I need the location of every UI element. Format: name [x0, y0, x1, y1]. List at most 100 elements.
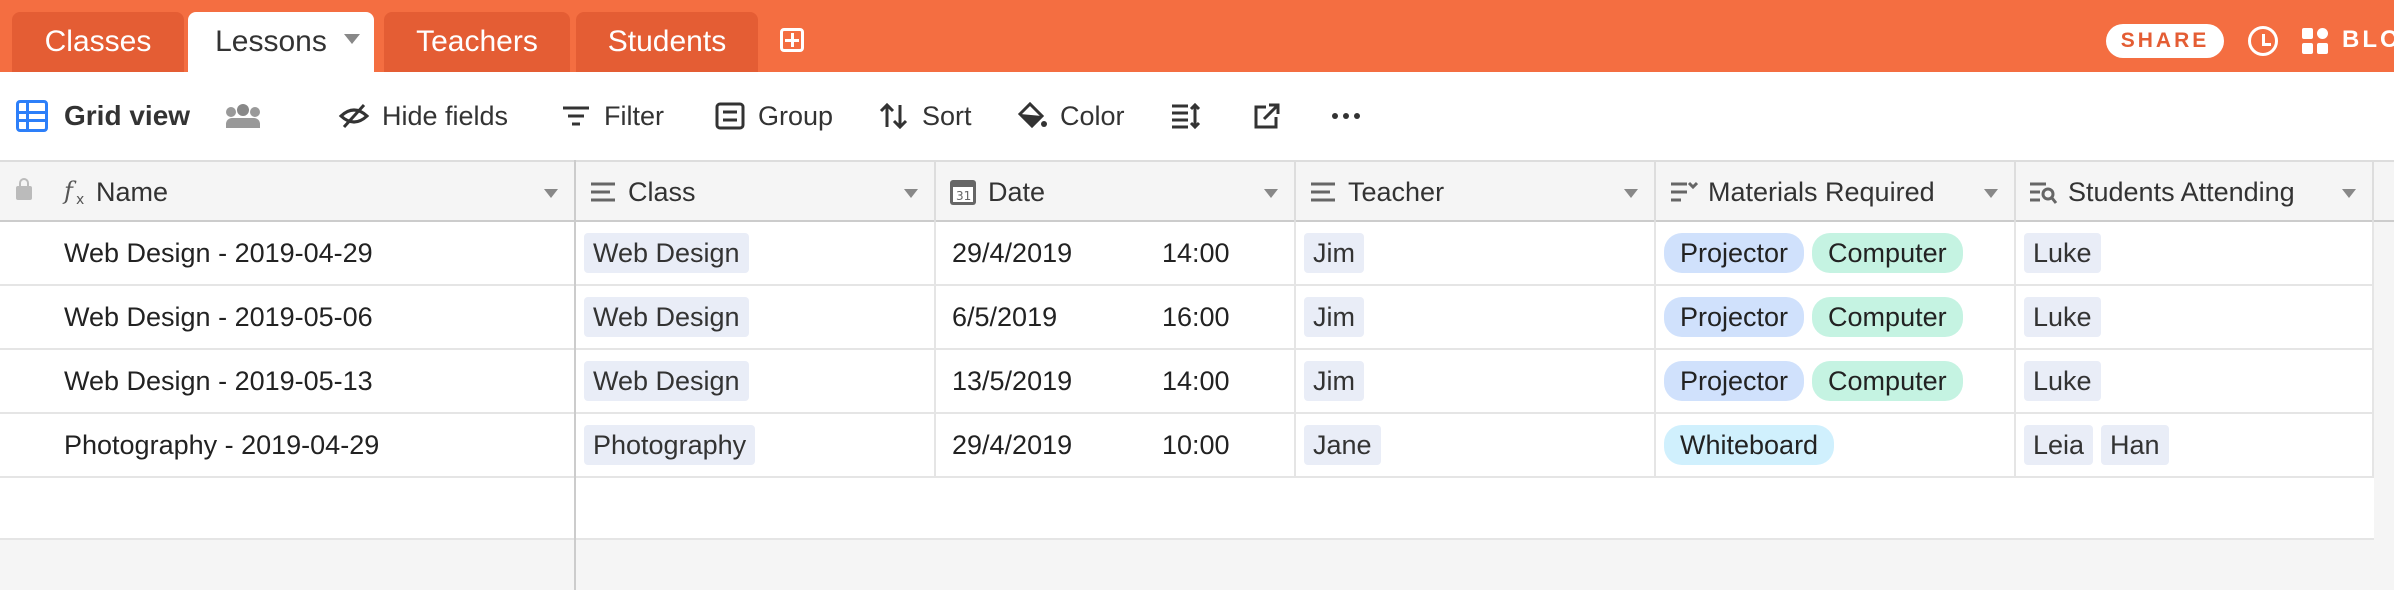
view-toolbar: Grid view Hide fields Filter Group Sort …	[0, 72, 2394, 160]
svg-text:x: x	[76, 192, 84, 207]
column-header-materials[interactable]: Materials Required	[1656, 162, 2016, 222]
cell-students[interactable]: Luke	[2016, 222, 2374, 284]
cell-teacher[interactable]: Jane	[1296, 414, 1656, 476]
group-button[interactable]: Group	[714, 96, 833, 136]
tab-lessons[interactable]: Lessons	[188, 12, 374, 72]
select-option-pill: Whiteboard	[1664, 425, 1835, 465]
cell-teacher[interactable]: Jim	[1296, 286, 1656, 348]
date-value: 29/4/2019	[952, 237, 1073, 268]
column-label: Teacher	[1348, 176, 1445, 207]
lookup-icon	[2030, 182, 2058, 204]
more-options-button[interactable]	[1330, 96, 1374, 136]
cell-materials[interactable]: Projector Computer	[1656, 286, 2016, 348]
time-value: 14:00	[1162, 237, 1230, 268]
column-header-class[interactable]: Class	[576, 162, 936, 222]
column-label: Date	[988, 176, 1046, 207]
select-option-pill: Computer	[1812, 233, 1963, 273]
linked-record-chip: Jane	[1304, 425, 1381, 465]
select-option-pill: Computer	[1812, 361, 1963, 401]
history-icon[interactable]	[2248, 26, 2278, 56]
cell-materials[interactable]: Projector Computer	[1656, 350, 2016, 412]
chevron-down-icon[interactable]	[544, 189, 558, 198]
cell-class[interactable]: Web Design	[576, 286, 936, 348]
date-value: 13/5/2019	[952, 365, 1073, 396]
chevron-down-icon[interactable]	[1264, 189, 1278, 198]
cell-teacher[interactable]: Jim	[1296, 350, 1656, 412]
group-icon	[715, 102, 745, 130]
cell-name[interactable]: Web Design - 2019-04-29	[0, 222, 576, 284]
chevron-down-icon[interactable]	[904, 189, 918, 198]
color-button[interactable]: Color	[1016, 96, 1125, 136]
column-header-teacher[interactable]: Teacher	[1296, 162, 1656, 222]
collaborative-view-icon[interactable]	[226, 104, 260, 128]
linked-record-chip: Han	[2101, 425, 2169, 465]
chevron-down-icon[interactable]	[344, 34, 360, 44]
svg-text:31: 31	[956, 189, 971, 203]
tab-students[interactable]: Students	[576, 12, 758, 72]
select-option-pill: Projector	[1664, 297, 1805, 337]
record-name: Web Design - 2019-05-13	[64, 365, 373, 396]
column-label: Materials Required	[1708, 176, 1935, 207]
link-icon	[1311, 182, 1335, 202]
linked-record-chip: Photography	[584, 425, 756, 465]
share-view-button[interactable]	[1252, 96, 1296, 136]
chevron-down-icon[interactable]	[2342, 189, 2356, 198]
external-link-icon	[1254, 103, 1280, 129]
row-height-button[interactable]	[1170, 96, 1214, 136]
cell-date[interactable]: 6/5/2019 16:00	[936, 286, 1296, 348]
svg-text:f: f	[62, 177, 77, 205]
time-value: 10:00	[1162, 429, 1230, 460]
grid-header: f x Name Class 31 Date Teacher Materials…	[0, 160, 2394, 222]
tab-teachers[interactable]: Teachers	[384, 12, 570, 72]
time-value: 14:00	[1162, 365, 1230, 396]
linked-record-chip: Jim	[1304, 233, 1364, 273]
cell-date[interactable]: 13/5/2019 14:00	[936, 350, 1296, 412]
blocks-icon[interactable]	[2302, 28, 2330, 56]
cell-date[interactable]: 29/4/2019 14:00	[936, 222, 1296, 284]
records-grid: f x Name Class 31 Date Teacher Materials…	[0, 160, 2394, 590]
cell-name[interactable]: Web Design - 2019-05-06	[0, 286, 576, 348]
share-button[interactable]: SHARE	[2106, 24, 2224, 58]
blocks-button-label[interactable]: BLO	[2342, 26, 2394, 54]
add-table-icon[interactable]	[780, 28, 804, 52]
cell-class[interactable]: Web Design	[576, 222, 936, 284]
sort-button[interactable]: Sort	[878, 96, 972, 136]
chevron-down-icon[interactable]	[1984, 189, 1998, 198]
linked-record-chip: Jim	[1304, 361, 1364, 401]
add-record-row[interactable]	[0, 478, 2374, 540]
table-row[interactable]: Photography - 2019-04-29 Photography 29/4/…	[0, 414, 2374, 478]
cell-name[interactable]: Web Design - 2019-05-13	[0, 350, 576, 412]
column-label: Students Attending	[2068, 176, 2295, 207]
record-name: Photography - 2019-04-29	[64, 429, 380, 460]
view-switcher[interactable]: Grid view	[64, 96, 190, 136]
cell-students[interactable]: Luke	[2016, 350, 2374, 412]
cell-materials[interactable]: Whiteboard	[1656, 414, 2016, 476]
cell-date[interactable]: 29/4/2019 10:00	[936, 414, 1296, 476]
column-header-date[interactable]: 31 Date	[936, 162, 1296, 222]
record-name: Web Design - 2019-05-06	[64, 301, 373, 332]
hide-fields-button[interactable]: Hide fields	[338, 96, 508, 136]
cell-class[interactable]: Web Design	[576, 350, 936, 412]
cell-students[interactable]: Luke	[2016, 286, 2374, 348]
linked-record-chip: Jim	[1304, 297, 1364, 337]
time-value: 16:00	[1162, 301, 1230, 332]
cell-students[interactable]: Leia Han	[2016, 414, 2374, 476]
cell-materials[interactable]: Projector Computer	[1656, 222, 2016, 284]
chevron-down-icon[interactable]	[1624, 189, 1638, 198]
table-row[interactable]: Web Design - 2019-04-29 Web Design 29/4/20…	[0, 222, 2374, 286]
table-row[interactable]: Web Design - 2019-05-13 Web Design 13/5/20…	[0, 350, 2374, 414]
select-option-pill: Projector	[1664, 233, 1805, 273]
cell-teacher[interactable]: Jim	[1296, 222, 1656, 284]
cell-class[interactable]: Photography	[576, 414, 936, 476]
column-header-name[interactable]: f x Name	[0, 162, 576, 222]
tab-classes[interactable]: Classes	[12, 12, 184, 72]
linked-record-chip: Web Design	[584, 361, 749, 401]
table-row[interactable]: Web Design - 2019-05-06 Web Design 6/5/201…	[0, 286, 2374, 350]
tab-label: Classes	[44, 25, 152, 58]
filter-button[interactable]: Filter	[560, 96, 664, 136]
cell-name[interactable]: Photography - 2019-04-29	[0, 414, 576, 476]
link-icon	[591, 182, 615, 202]
row-height-icon	[1172, 102, 1201, 130]
column-header-students[interactable]: Students Attending	[2016, 162, 2374, 222]
linked-record-chip: Leia	[2024, 425, 2094, 465]
